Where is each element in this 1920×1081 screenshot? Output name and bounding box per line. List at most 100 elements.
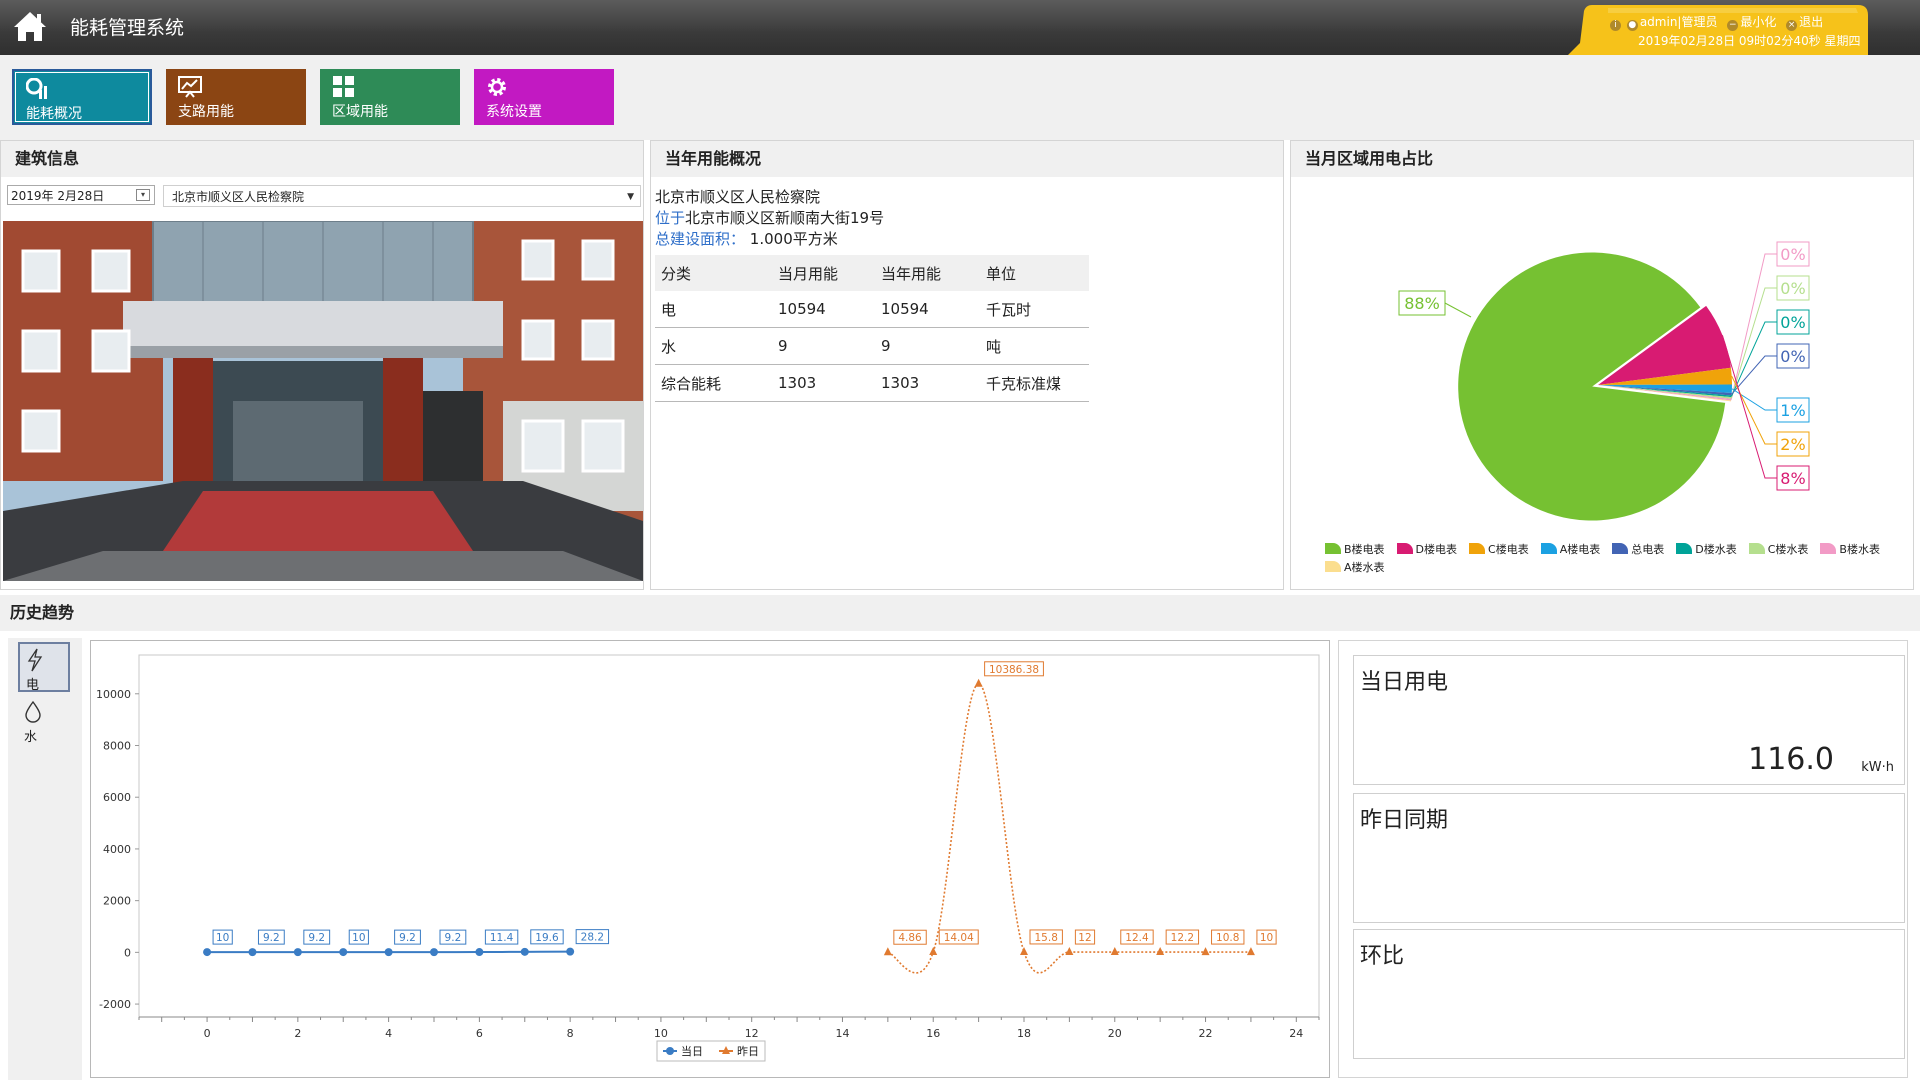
panel-title: 当月区域用电占比: [1291, 141, 1913, 177]
gear-icon: [486, 76, 510, 98]
x-tick-label: 22: [1199, 1027, 1213, 1040]
legend-swatch: [1541, 543, 1557, 554]
nav-area-energy[interactable]: 区域用能: [320, 69, 460, 125]
user-panel: i ●admin|管理员 −最小化 ×退出 2019年02月28日 09时02分…: [1568, 5, 1868, 55]
svg-text:1%: 1%: [1780, 401, 1805, 420]
table-cell: 电: [655, 291, 772, 328]
x-tick-label: 4: [385, 1027, 392, 1040]
legend-label: B楼电表: [1344, 543, 1385, 556]
svg-text:0%: 0%: [1780, 245, 1805, 264]
building-controls: 2019年 2月28日 ▾ 北京市顺义区人民检察院 ▼: [7, 185, 641, 207]
calendar-icon[interactable]: ▾: [136, 189, 150, 201]
legend-item[interactable]: A楼水表: [1325, 559, 1385, 577]
legend-item[interactable]: A楼电表: [1541, 541, 1601, 559]
building-name: 北京市顺义区人民检察院: [655, 187, 884, 208]
current-datetime: 2019年02月28日 09时02分40秒 星期四: [1638, 32, 1861, 49]
data-point[interactable]: [475, 948, 483, 956]
x-tick-label: 8: [567, 1027, 574, 1040]
legend-item[interactable]: B楼电表: [1325, 541, 1385, 559]
logout-button[interactable]: 退出: [1799, 15, 1823, 29]
nav-bar: 能耗概况 支路用能 区域用能 系统设置: [0, 55, 1920, 140]
legend-item[interactable]: C楼电表: [1469, 541, 1529, 559]
plot-area: [139, 655, 1319, 1017]
pie-slice-label: 0%: [1777, 344, 1809, 368]
logout-icon[interactable]: ×: [1786, 20, 1797, 31]
pie-slice-label: 2%: [1777, 432, 1809, 456]
data-label: 10: [1257, 930, 1276, 944]
minimize-icon[interactable]: −: [1727, 20, 1738, 31]
y-tick-label: -2000: [99, 998, 131, 1011]
x-tick-label: 14: [835, 1027, 849, 1040]
area-value: 1.000平方米: [750, 230, 838, 248]
nav-system-settings[interactable]: 系统设置: [474, 69, 614, 125]
legend-item[interactable]: 总电表: [1612, 541, 1664, 559]
location-value: 北京市顺义区新顺南大街19号: [685, 209, 884, 227]
table-header-row: 分类 当月用能 当年用能 单位: [655, 255, 1089, 291]
date-picker[interactable]: 2019年 2月28日 ▾: [7, 185, 155, 205]
info-icon: i: [1610, 20, 1621, 31]
building-select[interactable]: 北京市顺义区人民检察院 ▼: [163, 185, 641, 207]
table-cell: 千克标准煤: [980, 365, 1089, 402]
data-point[interactable]: [566, 948, 574, 956]
lightning-icon: [26, 648, 44, 672]
pie-slice-label: 88%: [1399, 291, 1445, 315]
y-tick-label: 10000: [96, 688, 131, 701]
legend-item[interactable]: D楼水表: [1676, 541, 1736, 559]
area-electricity-panel: 当月区域用电占比 88%0%0%0%0%1%2%8% B楼电表D楼电表C楼电表A…: [1290, 140, 1914, 590]
y-tick-label: 4000: [103, 843, 131, 856]
minimize-button[interactable]: 最小化: [1740, 15, 1776, 29]
legend-item[interactable]: D楼电表: [1397, 541, 1457, 559]
y-tick-label: 8000: [103, 740, 131, 753]
svg-text:9.2: 9.2: [445, 932, 462, 944]
x-tick-label: 2: [294, 1027, 301, 1040]
data-point[interactable]: [203, 948, 211, 956]
svg-text:10: 10: [216, 932, 229, 944]
svg-text:15.8: 15.8: [1035, 932, 1058, 944]
dropdown-arrow-icon[interactable]: ▼: [627, 186, 634, 208]
type-water-button[interactable]: 水: [18, 696, 70, 746]
svg-text:12.2: 12.2: [1171, 932, 1194, 944]
data-label: 19.6: [531, 930, 563, 944]
legend-label: C楼电表: [1488, 543, 1529, 556]
svg-text:10: 10: [1260, 932, 1273, 944]
annual-usage-panel: 当年用能概况 北京市顺义区人民检察院 位于北京市顺义区新顺南大街19号 总建设面…: [650, 140, 1284, 590]
table-cell: 1303: [875, 365, 980, 402]
app-header: 能耗管理系统 i ●admin|管理员 −最小化 ×退出 2019年02月28日…: [0, 0, 1920, 55]
data-point[interactable]: [294, 948, 302, 956]
app-title: 能耗管理系统: [70, 13, 184, 40]
legend-item[interactable]: B楼水表: [1820, 541, 1880, 559]
table-cell: 吨: [980, 328, 1089, 365]
nav-energy-overview[interactable]: 能耗概况: [12, 69, 152, 125]
usage-table: 分类 当月用能 当年用能 单位 电 10594 10594 千瓦时 水 9 9 …: [655, 255, 1089, 402]
column-header: 当年用能: [875, 255, 980, 291]
y-tick-label: 0: [124, 946, 131, 959]
data-point[interactable]: [248, 948, 256, 956]
data-label: 9.2: [258, 930, 284, 944]
data-point[interactable]: [430, 948, 438, 956]
data-label: 28.2: [576, 930, 608, 944]
building-select-value: 北京市顺义区人民检察院: [172, 190, 304, 204]
home-icon[interactable]: [10, 6, 50, 46]
data-label: 12: [1075, 930, 1094, 944]
data-point[interactable]: [339, 948, 347, 956]
data-point[interactable]: [385, 948, 393, 956]
nav-label: 支路用能: [178, 101, 234, 121]
legend-label: C楼水表: [1768, 543, 1809, 556]
yesterday-label: 昨日同期: [1360, 802, 1448, 834]
yesterday-same-period-card: 昨日同期: [1353, 793, 1905, 923]
svg-text:10: 10: [352, 932, 365, 944]
nav-label: 区域用能: [332, 101, 388, 121]
type-electricity-button[interactable]: 电: [18, 642, 70, 692]
history-title: 历史趋势: [0, 595, 1920, 631]
x-tick-label: 18: [1017, 1027, 1031, 1040]
nav-branch-energy[interactable]: 支路用能: [166, 69, 306, 125]
legend-label: A楼水表: [1344, 561, 1385, 574]
building-location: 位于北京市顺义区新顺南大街19号: [655, 208, 884, 229]
x-tick-label: 0: [204, 1027, 211, 1040]
pie-slice-label: 0%: [1777, 276, 1809, 300]
data-label: 12.2: [1166, 930, 1198, 944]
data-point[interactable]: [521, 948, 529, 956]
legend-item[interactable]: C楼水表: [1749, 541, 1809, 559]
svg-text:当日: 当日: [681, 1044, 703, 1058]
y-tick-label: 2000: [103, 895, 131, 908]
